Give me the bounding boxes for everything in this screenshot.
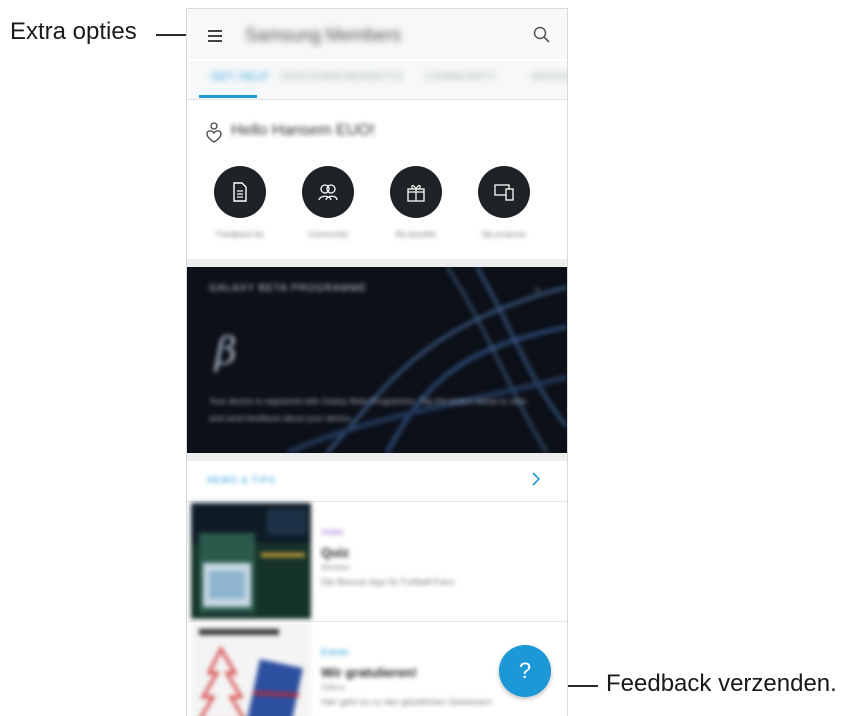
news-tips-header[interactable]: NEWS & TIPS [187, 461, 567, 502]
phone-screen: Samsung Members GET HELP DISCOVER BENEFI… [186, 8, 568, 716]
beta-logo: β [215, 329, 237, 373]
banner-body: Your device is registered with Galaxy Be… [209, 396, 527, 423]
article-category: Events [321, 647, 349, 657]
tab-indicator [199, 95, 257, 98]
quick-action-feedback[interactable]: Feedback list [207, 166, 273, 239]
quick-action-community[interactable]: Community [295, 166, 361, 239]
chevron-right-icon [529, 470, 543, 488]
news-tips-title: NEWS & TIPS [207, 475, 276, 485]
article-item[interactable]: Video Quiz Member Die Bonuso App für Fuß… [187, 501, 567, 622]
quick-action-products[interactable]: My products [471, 166, 537, 239]
tab-benefits[interactable]: BENEFITS [345, 71, 403, 83]
section-divider [187, 453, 567, 461]
callout-extra-options-label: Extra opties [10, 18, 137, 45]
section-divider [187, 259, 567, 267]
article-category: Video [321, 527, 344, 537]
article-description: Die Bonuso App für Fußball-Fans [321, 577, 455, 587]
article-thumbnail [191, 623, 311, 716]
article-description: Hier geht es zu den glücklichen Gewinner… [321, 697, 493, 707]
callout-feedback-label: Feedback verzenden. [606, 670, 837, 697]
quick-action-label: My benefits [395, 230, 437, 239]
app-title: Samsung Members [245, 25, 402, 45]
menu-icon[interactable] [206, 28, 226, 44]
tab-get-help[interactable]: GET HELP [211, 71, 269, 83]
article-thumbnail [191, 503, 311, 619]
tab-community[interactable]: COMMUNITY [425, 71, 497, 83]
gift-icon [390, 166, 442, 218]
quick-action-benefits[interactable]: My benefits [383, 166, 449, 239]
greeting-text: Hello Hansem EUO! [231, 122, 376, 139]
quick-action-label: Community [307, 230, 349, 239]
tab-notices[interactable]: NOTICES [531, 71, 567, 83]
heart-person-icon [203, 121, 225, 145]
article-title: Quiz [321, 545, 350, 560]
quick-action-label: Feedback list [216, 230, 264, 239]
tab-discover[interactable]: DISCOVER [281, 71, 342, 83]
greeting: Hello Hansem EUO! [203, 119, 553, 147]
devices-icon [478, 166, 530, 218]
banner-arrow-icon: › [535, 281, 540, 297]
beta-programme-banner[interactable]: GALAXY BETA PROGRAMME › β Your device is… [187, 267, 567, 453]
app-bar: Samsung Members [187, 9, 567, 59]
article-title: Wir gratulieren! [321, 665, 417, 680]
people-icon [302, 166, 354, 218]
search-icon[interactable] [532, 25, 552, 45]
question-mark-icon: ? [518, 658, 532, 683]
quick-action-label: My products [482, 230, 526, 239]
document-icon [214, 166, 266, 218]
article-meta: Adkins [321, 683, 346, 692]
banner-title: GALAXY BETA PROGRAMME [209, 283, 367, 294]
feedback-help-button[interactable]: ? [499, 645, 551, 697]
article-meta: Member [321, 563, 351, 572]
